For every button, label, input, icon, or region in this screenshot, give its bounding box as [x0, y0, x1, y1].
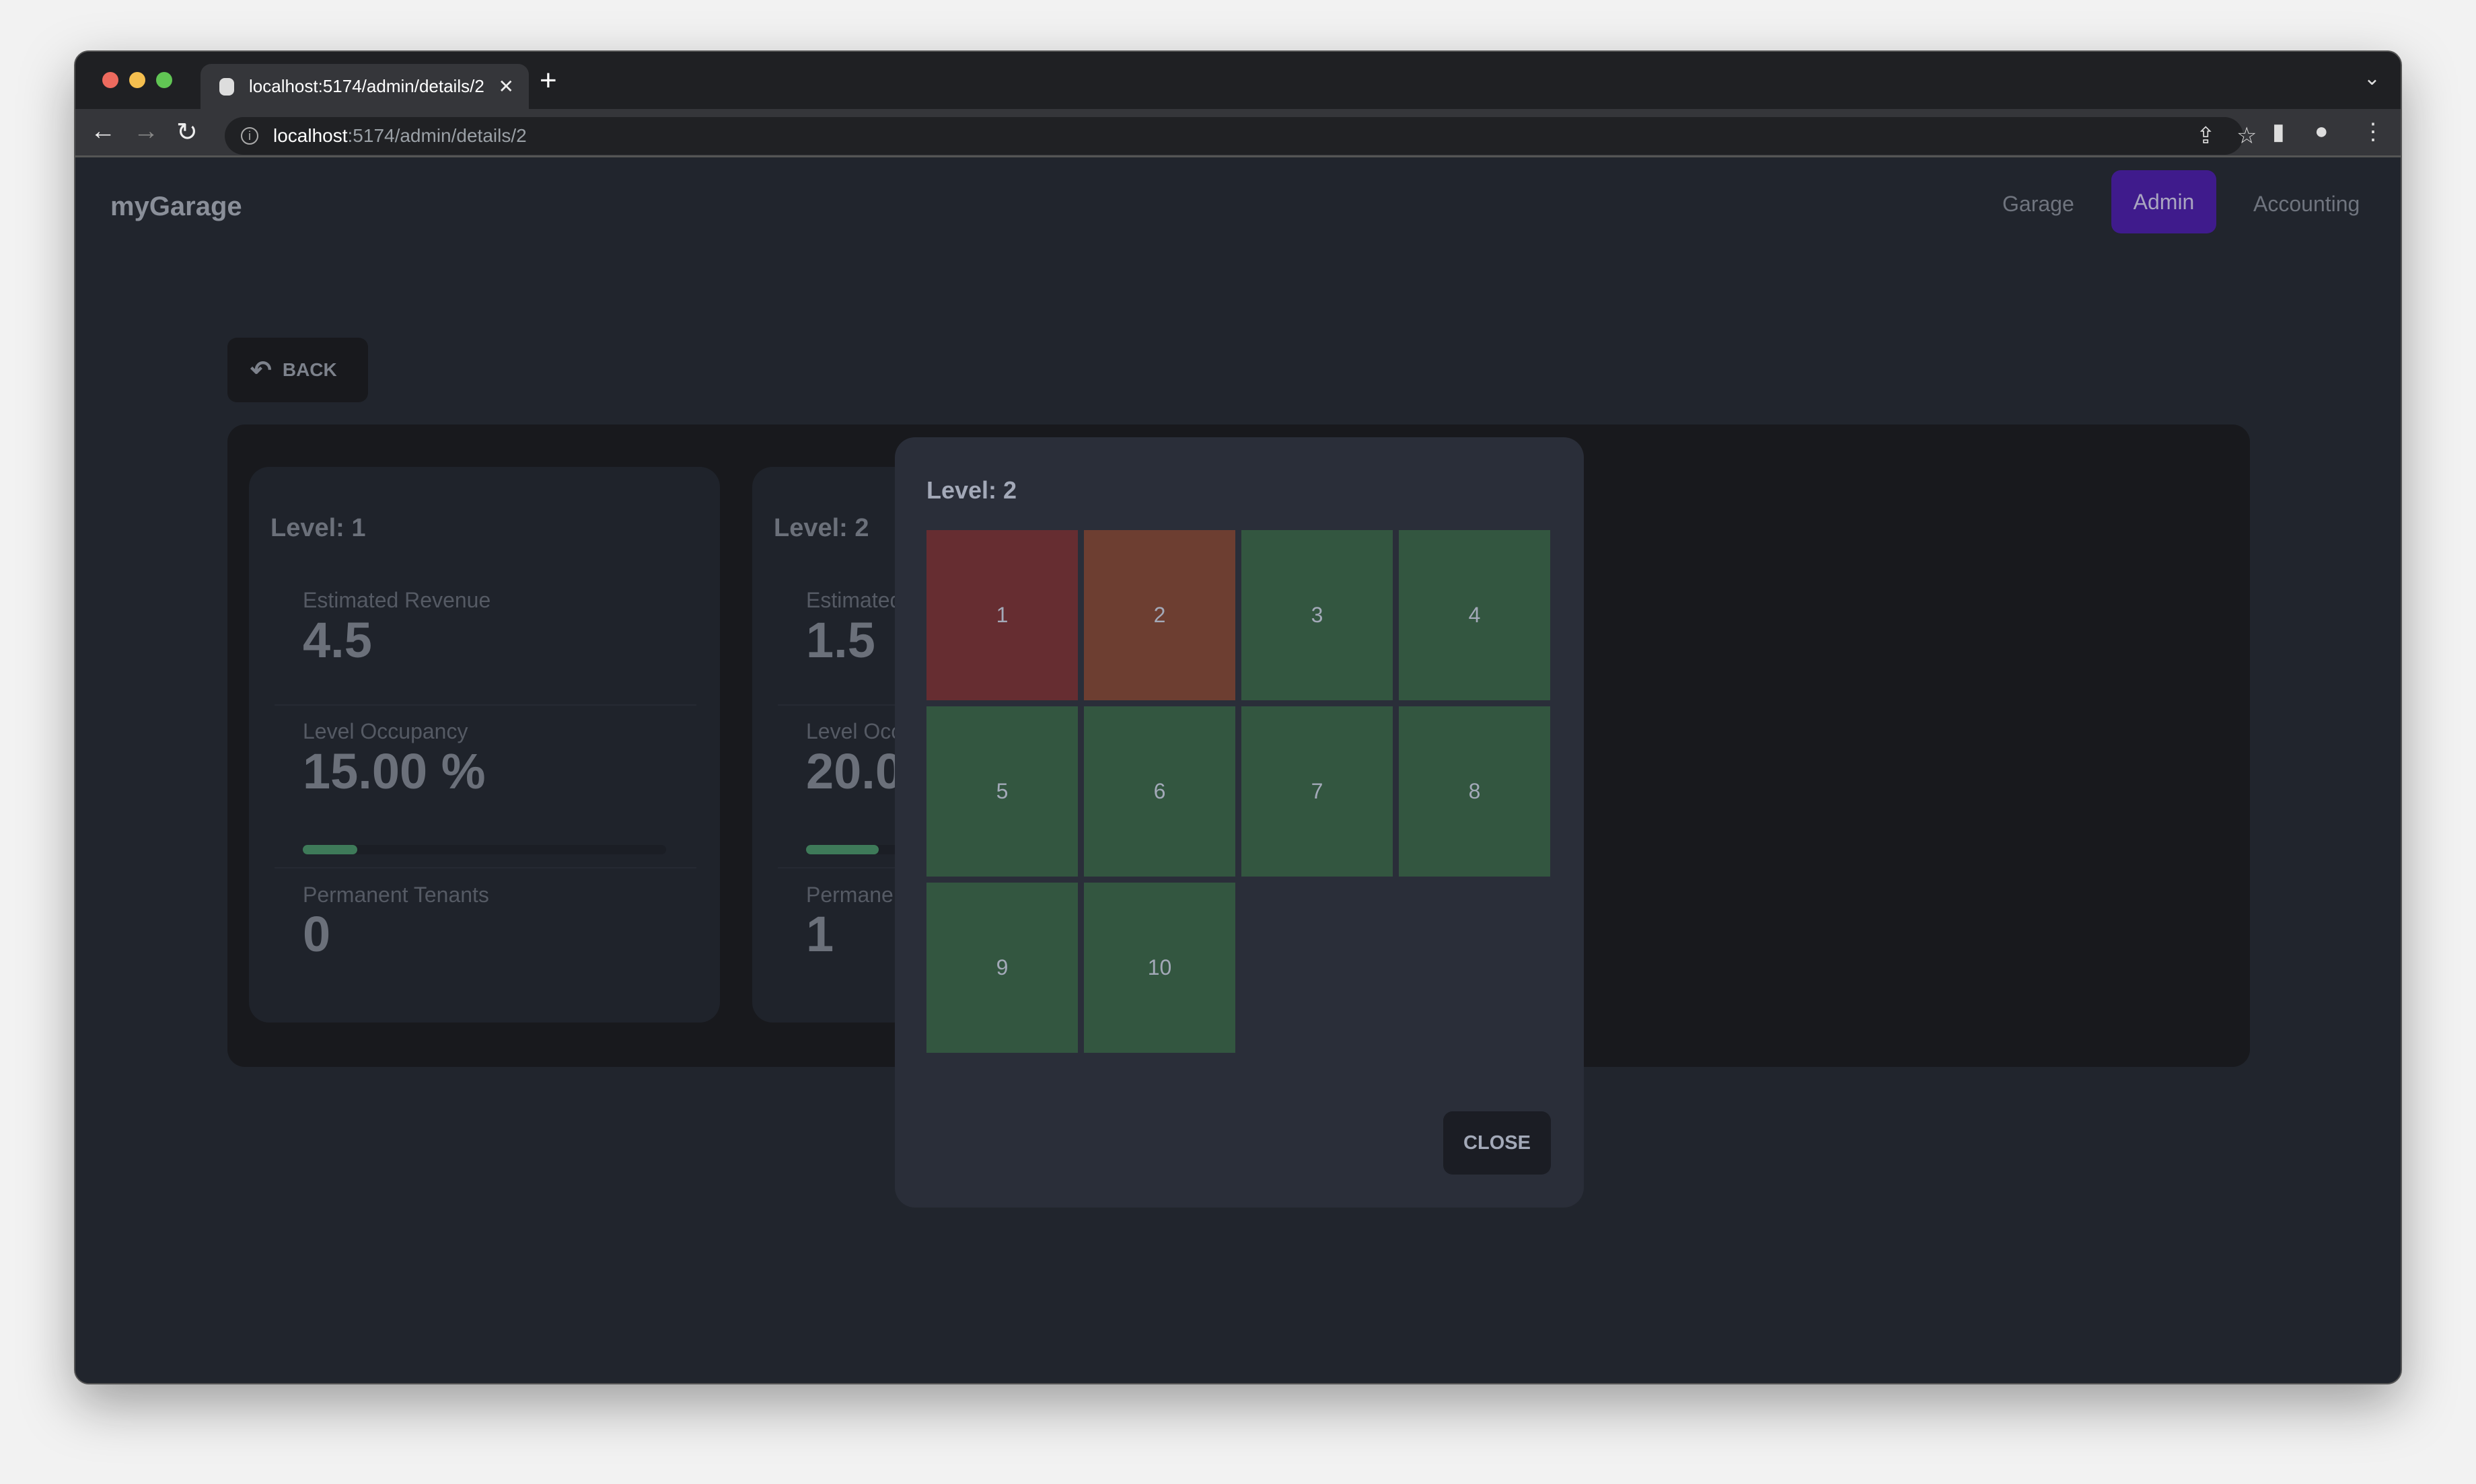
side-panel-icon[interactable]: ▮	[2272, 118, 2285, 145]
address-toolbar: ← → ↻ i localhost:5174/admin/details/2 ⇪…	[75, 109, 2401, 157]
back-arrow-icon[interactable]: ←	[90, 117, 116, 146]
app-page: myGarage Garage Admin Accounting ↶ BACK …	[75, 159, 2401, 1383]
nav-accounting[interactable]: Accounting	[2253, 192, 2360, 217]
tab-title: localhost:5174/admin/details/2	[249, 76, 484, 96]
info-icon[interactable]: i	[241, 127, 258, 145]
url-host: localhost	[273, 125, 348, 146]
menu-icon[interactable]: ⋮	[2362, 118, 2384, 145]
new-tab-icon[interactable]: +	[540, 64, 557, 98]
parking-spot[interactable]: 8	[1399, 706, 1550, 877]
maximize-window-button[interactable]	[156, 72, 172, 88]
parking-spot[interactable]: 4	[1399, 530, 1550, 700]
back-button[interactable]: ↶ BACK	[227, 338, 368, 402]
parking-spot[interactable]: 3	[1241, 530, 1393, 700]
level-stats: Estimated Revenue 4.5 Level Occupancy 15…	[275, 571, 696, 1002]
share-icon[interactable]: ⇪	[2196, 122, 2216, 149]
parking-spot[interactable]: 6	[1084, 706, 1235, 877]
undo-arrow-icon: ↶	[250, 356, 272, 385]
profile-icon[interactable]: ●	[2315, 118, 2329, 145]
revenue-value: 4.5	[303, 612, 372, 668]
star-icon[interactable]: ☆	[2236, 122, 2257, 149]
svelte-favicon-icon	[219, 77, 234, 96]
occupancy-value: 15.00 %	[303, 743, 486, 799]
nav-admin[interactable]: Admin	[2111, 170, 2216, 233]
tenants-value: 0	[303, 906, 331, 962]
parking-spot[interactable]: 9	[926, 883, 1078, 1053]
close-button[interactable]: CLOSE	[1443, 1111, 1551, 1175]
tenants-label: Permanent Tenants	[303, 883, 489, 907]
close-window-button[interactable]	[102, 72, 118, 88]
level-title: Level: 1	[270, 514, 366, 542]
parking-spot[interactable]: 7	[1241, 706, 1393, 877]
divider	[275, 867, 696, 868]
tab-bar: localhost:5174/admin/details/2 ✕ + ⌄	[75, 52, 2401, 109]
level-title: Level: 2	[774, 514, 869, 542]
tab-list-chevron-icon[interactable]: ⌄	[2364, 67, 2380, 90]
occupancy-progress	[303, 845, 666, 854]
parking-spot[interactable]: 5	[926, 706, 1078, 877]
parking-spot[interactable]: 2	[1084, 530, 1235, 700]
level-detail-modal: Level: 2 1 2 3 4 5 6 7 8 9 10 CLOSE	[895, 437, 1584, 1208]
reload-icon[interactable]: ↻	[176, 117, 198, 147]
tenants-value: 1	[806, 906, 834, 962]
brand-logo[interactable]: myGarage	[110, 192, 242, 222]
url-bar[interactable]: i localhost:5174/admin/details/2 ⇪ ☆	[225, 117, 2257, 155]
level-card[interactable]: Level: 1 Estimated Revenue 4.5 Level Occ…	[249, 467, 720, 1023]
parking-spot[interactable]: 1	[926, 530, 1078, 700]
forward-arrow-icon[interactable]: →	[133, 117, 159, 146]
occupancy-progress-fill	[806, 845, 879, 854]
browser-tab[interactable]: localhost:5174/admin/details/2 ✕	[201, 64, 529, 109]
minimize-window-button[interactable]	[129, 72, 145, 88]
occupancy-label: Level Occupancy	[303, 719, 468, 743]
nav-garage[interactable]: Garage	[2002, 192, 2074, 217]
url-path: :5174/admin/details/2	[347, 125, 527, 146]
occupancy-progress-fill	[303, 845, 357, 854]
back-label: BACK	[282, 359, 337, 380]
close-tab-icon[interactable]: ✕	[499, 75, 514, 98]
divider	[275, 704, 696, 706]
modal-title: Level: 2	[926, 476, 1017, 504]
browser-window: localhost:5174/admin/details/2 ✕ + ⌄ ← →…	[74, 50, 2402, 1384]
revenue-value: 1.5	[806, 612, 875, 668]
revenue-label: Estimated Revenue	[303, 588, 491, 612]
parking-spot[interactable]: 10	[1084, 883, 1235, 1053]
parking-spot-grid: 1 2 3 4 5 6 7 8 9 10	[926, 530, 1550, 1053]
